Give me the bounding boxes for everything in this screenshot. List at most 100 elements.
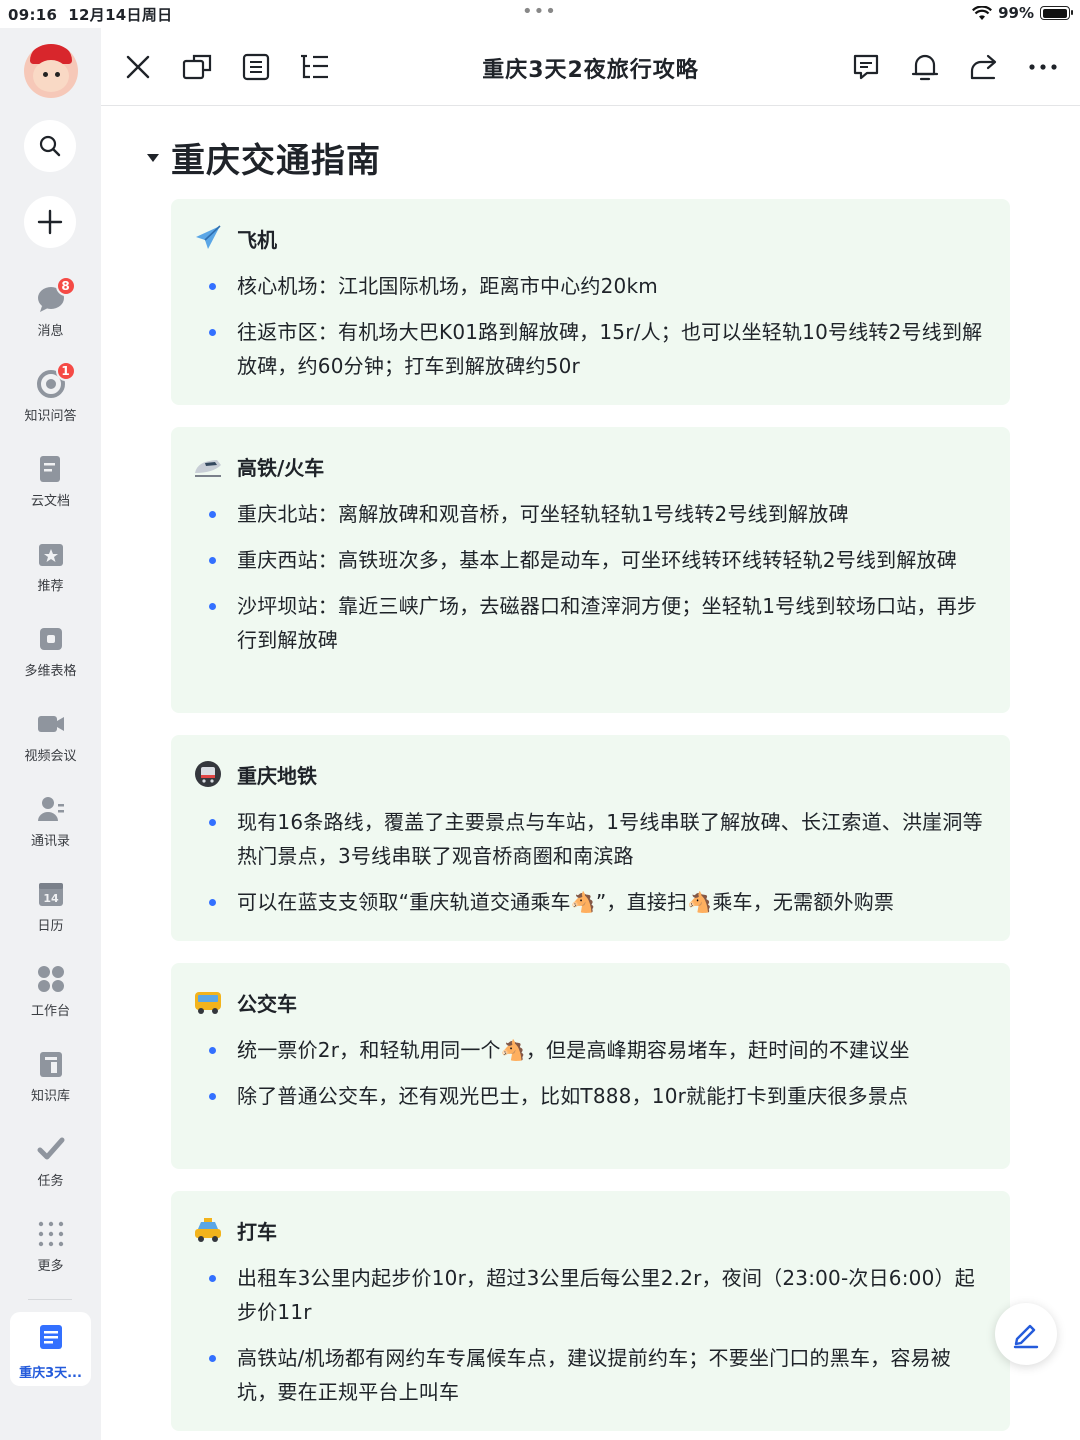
collapse-caret-icon[interactable] [147,153,159,162]
callout-title: 重庆地铁 [237,763,317,788]
callout-title: 公交车 [237,991,297,1016]
avatar[interactable] [24,44,78,98]
notification-button[interactable] [908,50,942,84]
section-heading[interactable]: 重庆交通指南 [147,133,381,182]
share-button[interactable] [967,50,1001,84]
more-button[interactable] [1026,50,1060,84]
sidebar-item-label: 视频会议 [24,749,77,764]
callout-train[interactable]: 高铁/火车 重庆北站：离解放碑和观音桥，可坐轻轨轻轨1号线转2号线到解放碑 重庆… [171,427,1010,713]
sidebar: 8 消息 1 知识问答 云文档 推荐 多维表格 视频会议 通讯录 14 日历 工… [0,28,101,1440]
list-item: 重庆西站：高铁班次多，基本上都是动车，可坐环线转环线转轻轨2号线到解放碑 [209,543,987,577]
callout-title: 高铁/火车 [237,455,325,480]
svg-text:14: 14 [43,892,59,905]
status-bar: 09:16 12月14日周日 ••• 99% [0,0,1080,28]
sidebar-item-recommend[interactable]: 推荐 [0,539,101,594]
list-item: 除了普通公交车，还有观光巴士，比如T888，10r就能打卡到重庆很多景点 [209,1079,987,1113]
sidebar-item-label: 多维表格 [24,664,77,679]
callout-bus[interactable]: 公交车 统一票价2r，和轻轨用同一个🐴，但是高峰期容易堵车，赶时间的不建议坐 除… [171,963,1010,1169]
knowledge-qa-badge: 1 [55,361,76,381]
more-dots-icon [38,1221,63,1247]
sidebar-item-calendar[interactable]: 14 日历 [0,879,101,934]
list-item: 统一票价2r，和轻轨用同一个🐴，但是高峰期容易堵车，赶时间的不建议坐 [209,1033,987,1067]
sidebar-item-label: 日历 [37,919,64,934]
star-box-icon [38,544,63,566]
sidebar-item-label: 云文档 [30,494,70,509]
sidebar-item-label: 工作台 [30,1004,70,1019]
list-item: 核心机场：江北国际机场，距离市中心约20km [209,269,987,303]
contacts-icon [37,797,64,821]
sidebar-active-doc[interactable]: 重庆3天... [10,1312,91,1386]
status-right: 99% [972,4,1073,22]
grid-apps-icon [37,966,64,992]
sidebar-item-messages[interactable]: 8 消息 [0,276,101,339]
metro-icon [193,759,223,789]
callout-title: 打车 [237,1219,277,1244]
callout-airplane[interactable]: 飞机 核心机场：江北国际机场，距离市中心约20km 往返市区：有机场大巴K01路… [171,199,1010,405]
table-icon [39,628,62,650]
battery-icon [1040,6,1073,20]
sidebar-item-contacts[interactable]: 通讯录 [0,794,101,849]
checkmark-icon [37,1137,64,1160]
list-item: 高铁站/机场都有网约车专属候车点，建议提前约车；不要坐门口的黑车，容易被坑，要在… [209,1341,987,1409]
pencil-icon [1013,1324,1039,1349]
add-button[interactable] [24,196,76,248]
bullet-list: 重庆北站：离解放碑和观音桥，可坐轻轨轻轨1号线转2号线到解放碑 重庆西站：高铁班… [209,497,987,669]
wifi-icon [972,5,993,20]
sidebar-item-base[interactable]: 多维表格 [0,624,101,679]
list-item: 往返市区：有机场大巴K01路到解放碑，15r/人；也可以坐轻轨10号线转2号线到… [209,315,987,383]
train-icon [193,451,223,481]
sidebar-item-label: 更多 [37,1259,64,1274]
sidebar-item-label: 推荐 [37,579,64,594]
share-icon [970,54,997,80]
plus-icon [37,209,63,235]
doc-icon [39,1325,62,1349]
sidebar-item-workplace[interactable]: 工作台 [0,964,101,1019]
book-icon [39,1052,62,1077]
messages-badge: 8 [55,276,76,296]
battery-percent: 99% [998,4,1034,22]
bullet-list: 现有16条路线，覆盖了主要景点与车站，1号线串联了解放碑、长江索道、洪崖洞等热门… [209,805,987,931]
sidebar-item-label: 通讯录 [30,834,70,849]
list-item: 沙坪坝站：靠近三峡广场，去磁器口和渣滓洞方便；坐轻轨1号线到较场口站，再步行到解… [209,589,987,657]
search-button[interactable] [24,120,76,172]
bullet-list: 统一票价2r，和轻轨用同一个🐴，但是高峰期容易堵车，赶时间的不建议坐 除了普通公… [209,1033,987,1125]
taxi-icon [193,1215,223,1245]
bullet-list: 核心机场：江北国际机场，距离市中心约20km 往返市区：有机场大巴K01路到解放… [209,269,987,395]
sidebar-item-label: 知识库 [30,1089,70,1104]
sidebar-item-more[interactable]: 更多 [0,1219,101,1274]
doc-icon [39,456,60,482]
edit-button[interactable] [995,1303,1057,1365]
calendar-icon: 14 [38,883,63,906]
sidebar-divider [28,1299,72,1300]
sidebar-item-docs[interactable]: 云文档 [0,454,101,509]
sidebar-item-wiki[interactable]: 知识库 [0,1049,101,1104]
ellipsis-icon [1029,64,1057,70]
video-camera-icon [37,716,64,732]
bell-icon [911,54,939,81]
list-item: 出租车3公里内起步价10r，超过3公里后每公里2.2r，夜间（23:00-次日6… [209,1261,987,1329]
bus-icon [193,987,223,1017]
list-item: 重庆北站：离解放碑和观音桥，可坐轻轨轻轨1号线转2号线到解放碑 [209,497,987,531]
active-doc-label: 重庆3天... [19,1366,82,1381]
comment-button[interactable] [849,50,883,84]
sidebar-item-label: 消息 [37,324,64,339]
bullet-list: 出租车3公里内起步价10r，超过3公里后每公里2.2r，夜间（23:00-次日6… [209,1261,987,1421]
airplane-icon [193,223,223,253]
comment-icon [853,54,879,80]
sidebar-item-label: 知识问答 [24,409,77,424]
sidebar-item-video-meeting[interactable]: 视频会议 [0,709,101,764]
doc-toolbar: 重庆3天2夜旅行攻略 [101,28,1080,106]
sidebar-item-knowledge-qa[interactable]: 1 知识问答 [0,361,101,424]
list-item: 可以在蓝支支领取“重庆轨道交通乘车🐴”，直接扫🐴乘车，无需额外购票 [209,885,987,919]
callout-title: 飞机 [237,227,277,252]
callout-taxi[interactable]: 打车 出租车3公里内起步价10r，超过3公里后每公里2.2r，夜间（23:00-… [171,1191,1010,1431]
status-time: 09:16 12月14日周日 [8,6,173,24]
doc-body: 重庆交通指南 飞机 核心机场：江北国际机场，距离市中心约20km 往返市区：有机… [101,107,1080,1440]
search-icon [39,135,61,157]
heading-text: 重庆交通指南 [171,141,381,181]
callout-metro[interactable]: 重庆地铁 现有16条路线，覆盖了主要景点与车站，1号线串联了解放碑、长江索道、洪… [171,735,1010,941]
sidebar-item-tasks[interactable]: 任务 [0,1134,101,1189]
list-item: 现有16条路线，覆盖了主要景点与车站，1号线串联了解放碑、长江索道、洪崖洞等热门… [209,805,987,873]
sidebar-item-label: 任务 [37,1174,64,1189]
multitask-dots-icon[interactable]: ••• [522,1,557,22]
